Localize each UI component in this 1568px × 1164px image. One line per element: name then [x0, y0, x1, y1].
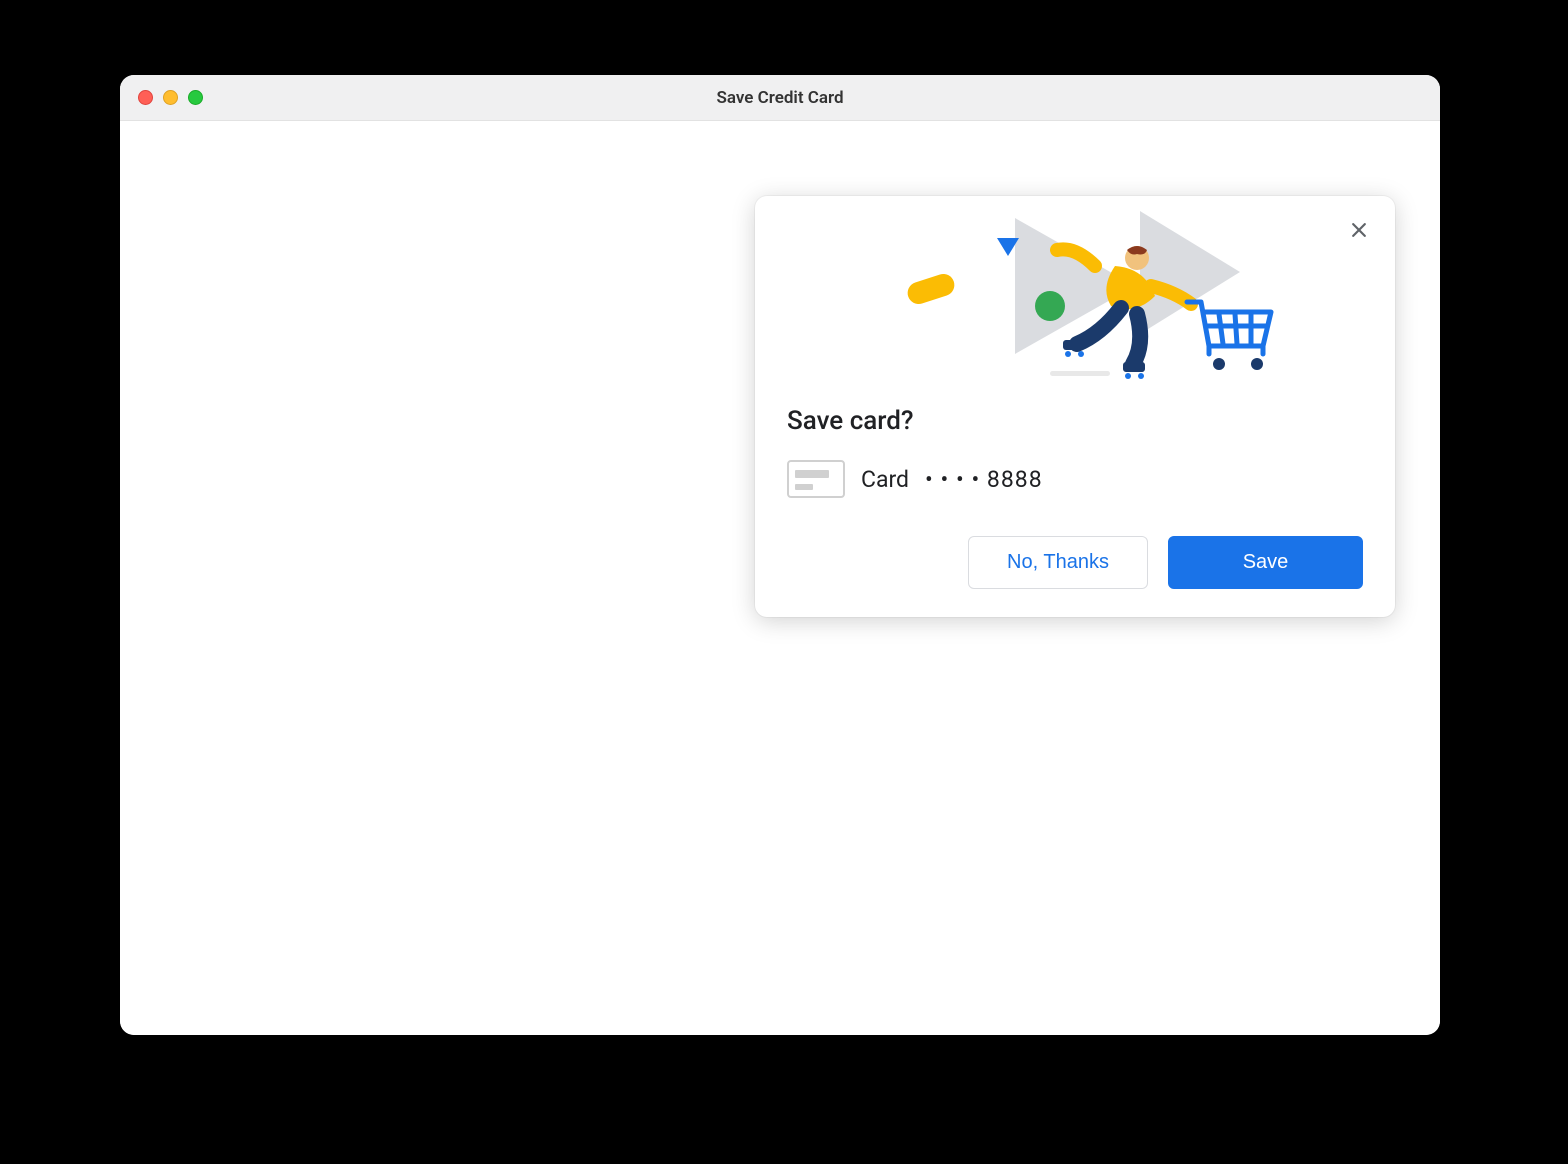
titlebar: Save Credit Card [120, 75, 1440, 121]
card-info-row: Card • • • • 8888 [787, 460, 1363, 498]
app-window: Save Credit Card [120, 75, 1440, 1035]
shopping-skater-illustration [755, 196, 1395, 396]
no-thanks-button[interactable]: No, Thanks [968, 536, 1148, 589]
card-last4: 8888 [987, 466, 1043, 493]
card-label: Card [861, 466, 909, 493]
window-title: Save Credit Card [120, 88, 1440, 108]
dialog-actions: No, Thanks Save [755, 536, 1395, 589]
fullscreen-window-button[interactable] [188, 90, 203, 105]
close-window-button[interactable] [138, 90, 153, 105]
dialog-title: Save card? [787, 406, 1363, 436]
window-controls [138, 90, 203, 105]
minimize-window-button[interactable] [163, 90, 178, 105]
window-body: Save card? Card • • • • 8888 No, Thanks … [120, 121, 1440, 1035]
credit-card-icon [787, 460, 845, 498]
save-button[interactable]: Save [1168, 536, 1363, 589]
card-mask-dots: • • • • [925, 466, 980, 493]
card-masked-number: • • • • 8888 [925, 466, 1043, 493]
save-card-dialog: Save card? Card • • • • 8888 No, Thanks … [755, 196, 1395, 617]
